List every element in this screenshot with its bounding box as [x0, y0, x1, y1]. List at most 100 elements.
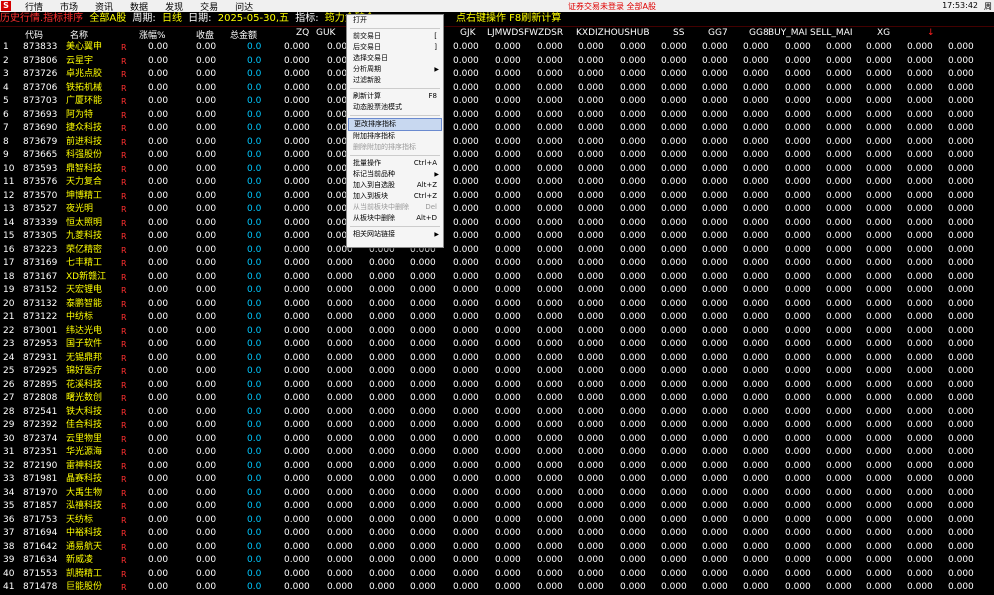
table-row[interactable]: 6 873693 阿为特 R 0.00 0.00 0.0 0.000 0.000 0.000 0.0…: [0, 109, 994, 123]
menu-market[interactable]: 市场: [60, 0, 78, 13]
table-row[interactable]: 29 872392 佳合科技 R 0.00 0.00 0.0 0.000 0.000 0.000 0…: [0, 419, 994, 433]
login-status[interactable]: 证券交易未登录 全部A股: [568, 1, 656, 12]
table-row[interactable]: 28 872541 铁大科技 R 0.00 0.00 0.0 0.000 0.000 0.000 0…: [0, 406, 994, 420]
context-menu-item[interactable]: 过滤新股: [347, 75, 443, 86]
cell-value: 0.000: [661, 82, 687, 93]
table-row[interactable]: 25 872925 锦好医疗 R 0.00 0.00 0.0 0.000 0.000 0.000 0…: [0, 365, 994, 379]
header-code[interactable]: 代码: [25, 28, 43, 41]
table-row[interactable]: 15 873305 九菱科技 R 0.00 0.00 0.0 0.000 0.000 0.000 0…: [0, 230, 994, 244]
context-menu-item[interactable]: 刷新计算 F8: [347, 91, 443, 102]
context-menu-item[interactable]: 更改排序指标: [348, 118, 442, 131]
table-row[interactable]: 34 871970 大禹生物 R 0.00 0.00 0.0 0.000 0.000 0.000 0…: [0, 487, 994, 501]
cell-value: 0.000: [661, 244, 687, 255]
header-change[interactable]: 涨幅%: [139, 28, 166, 41]
table-row[interactable]: 21 873122 中纺标 R 0.00 0.00 0.0 0.000 0.000 0.000 0.…: [0, 311, 994, 325]
cell-value: 0.000: [495, 339, 521, 349]
table-row[interactable]: 13 873527 夜光明 R 0.00 0.00 0.0 0.000 0.000 0.000 0.…: [0, 203, 994, 217]
menu-news[interactable]: 资讯: [95, 0, 113, 13]
table-row[interactable]: 5 873703 广厦环能 R 0.00 0.00 0.0 0.000 0.000 0.000 0.…: [0, 95, 994, 109]
table-row[interactable]: 40 871553 凯腾精工 R 0.00 0.00 0.0 0.000 0.000 0.000 0…: [0, 568, 994, 582]
context-menu-item[interactable]: 标记当前品种 ▶: [347, 169, 443, 180]
table-row[interactable]: 17 873169 七丰精工 R 0.00 0.00 0.0 0.000 0.000 0.000 0…: [0, 257, 994, 271]
header-zq[interactable]: ZQ: [296, 28, 309, 38]
context-menu-item[interactable]: 相关网站链接 ▶: [347, 229, 443, 240]
table-row[interactable]: 31 872351 华光源海 R 0.00 0.00 0.0 0.000 0.000 0.000 0…: [0, 446, 994, 460]
table-row[interactable]: 27 872808 曙光数创 R 0.00 0.00 0.0 0.000 0.000 0.000 0…: [0, 392, 994, 406]
table-row[interactable]: 16 873223 荣亿精密 R 0.00 0.00 0.0 0.000 0.000 0.000 0…: [0, 244, 994, 258]
table-row[interactable]: 18 873167 XD新赣江 R 0.00 0.00 0.0 0.000 0.000 0.000…: [0, 271, 994, 285]
header-gjk[interactable]: GJK: [460, 28, 476, 38]
table-row[interactable]: 11 873576 天力复合 R 0.00 0.00 0.0 0.000 0.000 0.000 0…: [0, 176, 994, 190]
table-row[interactable]: 24 872931 无锡鼎邦 R 0.00 0.00 0.0 0.000 0.000 0.000 0…: [0, 352, 994, 366]
cell-value: 0.000: [495, 123, 521, 133]
date-value[interactable]: 2025-05-30,五: [218, 13, 289, 24]
cell-value: 0.000: [702, 244, 728, 255]
header-sell-mai[interactable]: SELL_MAI: [810, 28, 853, 38]
table-row[interactable]: 36 871753 天纺标 R 0.00 0.00 0.0 0.000 0.000 0.000 0.…: [0, 514, 994, 528]
context-menu-item[interactable]: 后交易日]: [347, 42, 443, 53]
app-logo-icon[interactable]: S: [1, 1, 11, 11]
context-menu-item[interactable]: 批量操作 Ctrl+A: [347, 158, 443, 169]
table-row[interactable]: 32 872190 雷神科技 R 0.00 0.00 0.0 0.000 0.000 0.000 0…: [0, 460, 994, 474]
cell-value: 0.000: [369, 447, 395, 457]
table-row[interactable]: 14 873339 恒太照明 R 0.00 0.00 0.0 0.000 0.000 0.000 0…: [0, 217, 994, 231]
context-menu-item[interactable]: 动态股票池模式: [347, 102, 443, 113]
table-row[interactable]: 33 871981 晶赛科技 R 0.00 0.00 0.0 0.000 0.000 0.000 0…: [0, 473, 994, 487]
header-close[interactable]: 收盘: [196, 28, 214, 41]
context-menu-item[interactable]: 前交易日 [: [347, 31, 443, 42]
context-menu-item[interactable]: 分析周期 ▶: [347, 64, 443, 75]
menu-ask[interactable]: 问达: [235, 0, 253, 13]
row-number: 32: [3, 460, 15, 471]
menu-quotes[interactable]: 行情: [25, 0, 43, 13]
cell-value: 0.000: [907, 406, 933, 417]
menu-data[interactable]: 数据: [130, 0, 148, 13]
menu-trade[interactable]: 交易: [200, 0, 218, 13]
header-buy-mai[interactable]: BUY_MAI: [768, 28, 807, 38]
table-row[interactable]: 12 873570 坤博精工 R 0.00 0.00 0.0 0.000 0.000 0.000 0…: [0, 190, 994, 204]
table-row[interactable]: 10 873593 鼎智科技 R 0.00 0.00 0.0 0.000 0.000 0.000 0…: [0, 163, 994, 177]
cell-value: 0.000: [866, 285, 892, 295]
header-gg8[interactable]: GG8: [749, 28, 769, 38]
header-xg[interactable]: XG: [877, 28, 890, 38]
context-menu-item[interactable]: 从板块中删除 Alt+D: [347, 213, 443, 224]
table-row[interactable]: 4 873706 铁拓机械 R 0.00 0.00 0.0 0.000 0.000 0.000 0.…: [0, 82, 994, 96]
sort-arrow-icon[interactable]: ↓: [927, 28, 935, 38]
table-row[interactable]: 3 873726 卓兆点胶 R 0.00 0.00 0.0 0.000 0.000 0.000 0.…: [0, 68, 994, 82]
table-row[interactable]: 37 871694 中裕科技 R 0.00 0.00 0.0 0.000 0.000 0.000 0…: [0, 527, 994, 541]
table-row[interactable]: 22 873001 纬达光电 R 0.00 0.00 0.0 0.000 0.000 0.000 0…: [0, 325, 994, 339]
header-guk[interactable]: GUK: [316, 28, 335, 38]
period-value[interactable]: 日线: [162, 13, 182, 24]
table-row[interactable]: 9 873665 科强股份 R 0.00 0.00 0.0 0.000 0.000 0.000 0.…: [0, 149, 994, 163]
header-kxdizhoushub[interactable]: KXDIZHOUSHUB: [576, 28, 650, 38]
table-row[interactable]: 35 871857 泓禧科技 R 0.00 0.00 0.0 0.000 0.000 0.000 0…: [0, 500, 994, 514]
table-row[interactable]: 19 873152 天宏锂电 R 0.00 0.00 0.0 0.000 0.000 0.000 0…: [0, 284, 994, 298]
table-row[interactable]: 8 873679 前进科技 R 0.00 0.00 0.0 0.000 0.000 0.000 0.…: [0, 136, 994, 150]
context-menu-item[interactable]: 加入到板块 Ctrl+Z: [347, 191, 443, 202]
cell-value: 0.000: [327, 514, 353, 525]
header-ss[interactable]: SS: [673, 28, 684, 38]
table-row[interactable]: 26 872895 花溪科技 R 0.00 0.00 0.0 0.000 0.000 0.000 0…: [0, 379, 994, 393]
table-row[interactable]: 30 872374 云里物里 R 0.00 0.00 0.0 0.000 0.000 0.000 0…: [0, 433, 994, 447]
header-amount[interactable]: 总金额: [230, 28, 257, 41]
table-row[interactable]: 38 871642 通易航天 R 0.00 0.00 0.0 0.000 0.000 0.000 0…: [0, 541, 994, 555]
context-menu-item[interactable]: 打开: [347, 15, 443, 26]
menu-discover[interactable]: 发现: [165, 0, 183, 13]
context-menu-item[interactable]: 加入到自选股 Alt+Z: [347, 180, 443, 191]
context-menu-item[interactable]: 附加排序指标: [347, 131, 443, 142]
cell-value: 0.000: [620, 244, 646, 255]
header-name[interactable]: 名称: [70, 28, 88, 41]
table-row[interactable]: 41 871478 巨能股份 R 0.00 0.00 0.0 0.000 0.000 0.000 0…: [0, 581, 994, 595]
table-row[interactable]: 39 871634 新威凌 R 0.00 0.00 0.0 0.000 0.000 0.000 0.…: [0, 554, 994, 568]
cell-value: 0.00: [148, 298, 169, 309]
cell-value: 0.000: [369, 406, 395, 417]
table-row[interactable]: 23 872953 国子软件 R 0.00 0.00 0.0 0.000 0.000 0.000 0…: [0, 338, 994, 352]
header-ljmwdsfwzdsr[interactable]: LJMWDSFWZDSR: [487, 28, 563, 38]
table-row[interactable]: 1 873833 美心翼申 R 0.00 0.00 0.0 0.000 0.000 0.000 0.…: [0, 41, 994, 55]
table-row[interactable]: 20 873132 泰鹏智能 R 0.00 0.00 0.0 0.000 0.000 0.000 0…: [0, 298, 994, 312]
cell-value: 0.000: [743, 339, 769, 349]
table-row[interactable]: 7 873690 捷众科技 R 0.00 0.00 0.0 0.000 0.000 0.000 0.…: [0, 122, 994, 136]
cell-value: 0.000: [907, 487, 933, 498]
header-gg7[interactable]: GG7: [708, 28, 728, 38]
context-menu-item[interactable]: 选择交易日: [347, 53, 443, 64]
table-row[interactable]: 2 873806 云星宇 R 0.00 0.00 0.0 0.000 0.000 0.000 0.0…: [0, 55, 994, 69]
